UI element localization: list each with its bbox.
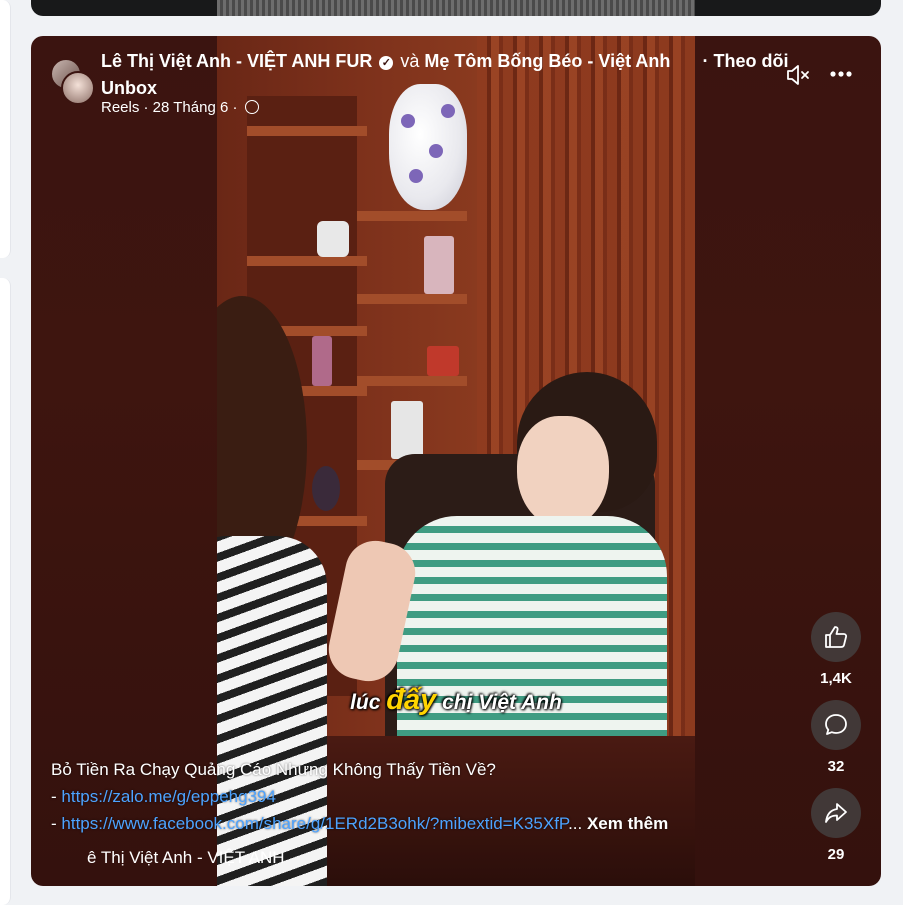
globe-icon (244, 100, 259, 114)
subtitle-part: chị Việt Anh (436, 691, 562, 714)
shelf (357, 376, 467, 386)
reel-card: lúc đấy chị Việt Anh Lê Thị Việt Anh - V… (31, 36, 881, 886)
side-panel-edge (0, 0, 11, 258)
perfume-bottle (427, 346, 459, 376)
mute-button[interactable] (783, 60, 813, 90)
previous-reel-card[interactable] (31, 0, 881, 16)
description-line: - https://www.facebook.com/share/g/1ERd2… (51, 810, 831, 837)
vase-flower (429, 144, 443, 158)
author-joiner: và (400, 51, 420, 71)
author-link[interactable]: Mẹ Tôm Bống Béo - Việt Anh (424, 51, 670, 71)
video-subtitle: lúc đấy chị Việt Anh (217, 684, 695, 717)
list-dash: - (51, 814, 62, 833)
woman-face (517, 416, 609, 528)
comment-bubble-icon (825, 714, 847, 735)
share-count: 29 (827, 846, 845, 863)
ellipsis: ... (568, 814, 583, 833)
shelf (247, 256, 367, 266)
subtitle-highlight: đấy (386, 684, 437, 716)
shelf (357, 294, 467, 304)
more-horizontal-icon (830, 71, 852, 77)
perfume-bottle (424, 236, 454, 294)
perfume-bottle (312, 466, 340, 511)
see-more-button[interactable]: Xem thêm (587, 814, 668, 833)
author-line: Lê Thị Việt Anh - VIỆT ANH FUR ✓ và Mẹ T… (101, 48, 791, 102)
follow-button[interactable]: Theo dõi (713, 51, 788, 71)
list-dash: - (51, 787, 62, 806)
vase-flower (409, 169, 423, 183)
pot (317, 221, 349, 257)
description-line: Bỏ Tiền Ra Chạy Quảng Cáo Nhưng Không Th… (51, 760, 496, 779)
like-button[interactable] (811, 612, 861, 662)
post-meta-text[interactable]: Reels · 28 Tháng 6 · (101, 99, 237, 116)
verified-badge-icon: ✓ (379, 56, 394, 70)
reel-header: Lê Thị Việt Anh - VIỆT ANH FUR ✓ và Mẹ T… (31, 36, 881, 136)
thumbs-up-icon (825, 626, 848, 648)
separator-dot: · (702, 51, 709, 71)
perfume-bottle (312, 336, 332, 386)
avatar-stack[interactable] (50, 58, 96, 105)
zalo-link[interactable]: https://zalo.me/g/eppehg394 (61, 787, 276, 806)
comment-button[interactable] (811, 700, 861, 750)
side-panel-edge-lower (0, 278, 11, 905)
like-count: 1,4K (820, 670, 852, 687)
description-line: - https://zalo.me/g/eppehg394 (51, 783, 831, 810)
post-meta: Reels · 28 Tháng 6 · (101, 99, 259, 116)
shelf (357, 211, 467, 221)
author-link-continued[interactable]: Unbox (101, 78, 157, 98)
author-link[interactable]: Lê Thị Việt Anh - VIỆT ANH FUR (101, 51, 372, 71)
perfume-bottle (391, 401, 423, 459)
facebook-share-link[interactable]: https://www.facebook.com/share/g/1ERd2B3… (61, 814, 568, 833)
speaker-muted-icon (787, 65, 809, 85)
previous-reel-thumbnail (217, 0, 695, 16)
post-description: Bỏ Tiền Ra Chạy Quảng Cáo Nhưng Không Th… (51, 756, 831, 837)
avatar[interactable] (61, 71, 95, 105)
like-action: 1,4K (811, 612, 861, 690)
subtitle-part: lúc (350, 691, 387, 714)
audio-label[interactable]: ê Thị Việt Anh - VIỆT ANH (87, 848, 285, 868)
more-options-button[interactable] (826, 60, 856, 90)
